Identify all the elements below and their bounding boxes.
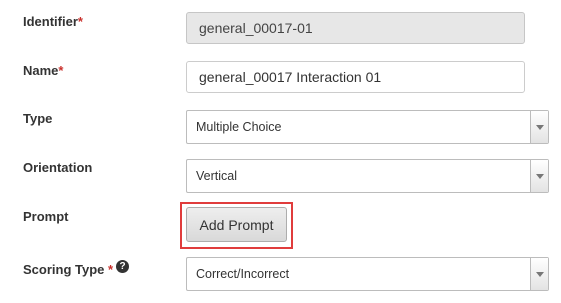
type-selected-value: Multiple Choice: [196, 120, 282, 134]
type-dropdown-button[interactable]: [530, 111, 548, 143]
scoring-type-selected-value: Correct/Incorrect: [196, 267, 290, 281]
required-mark: *: [108, 262, 114, 277]
required-mark: *: [58, 63, 64, 78]
scoring-type-dropdown-button[interactable]: [530, 258, 548, 290]
prompt-label: Prompt: [23, 209, 69, 224]
orientation-dropdown-button[interactable]: [530, 160, 548, 192]
scoring-type-select[interactable]: Correct/Incorrect: [186, 257, 549, 291]
orientation-selected-value: Vertical: [196, 169, 237, 183]
orientation-select[interactable]: Vertical: [186, 159, 549, 193]
orientation-label: Orientation: [23, 160, 93, 175]
identifier-label: Identifier*: [23, 14, 83, 29]
type-label: Type: [23, 111, 53, 126]
identifier-field[interactable]: [186, 12, 525, 44]
add-prompt-button[interactable]: Add Prompt: [186, 207, 287, 242]
required-mark: *: [77, 14, 83, 29]
name-label: Name*: [23, 63, 64, 78]
chevron-down-icon: [536, 174, 544, 179]
type-select[interactable]: Multiple Choice: [186, 110, 549, 144]
name-field[interactable]: [186, 61, 525, 93]
help-icon[interactable]: ?: [116, 260, 129, 273]
chevron-down-icon: [536, 125, 544, 130]
chevron-down-icon: [536, 272, 544, 277]
scoring-type-label: Scoring Type *: [23, 262, 114, 277]
